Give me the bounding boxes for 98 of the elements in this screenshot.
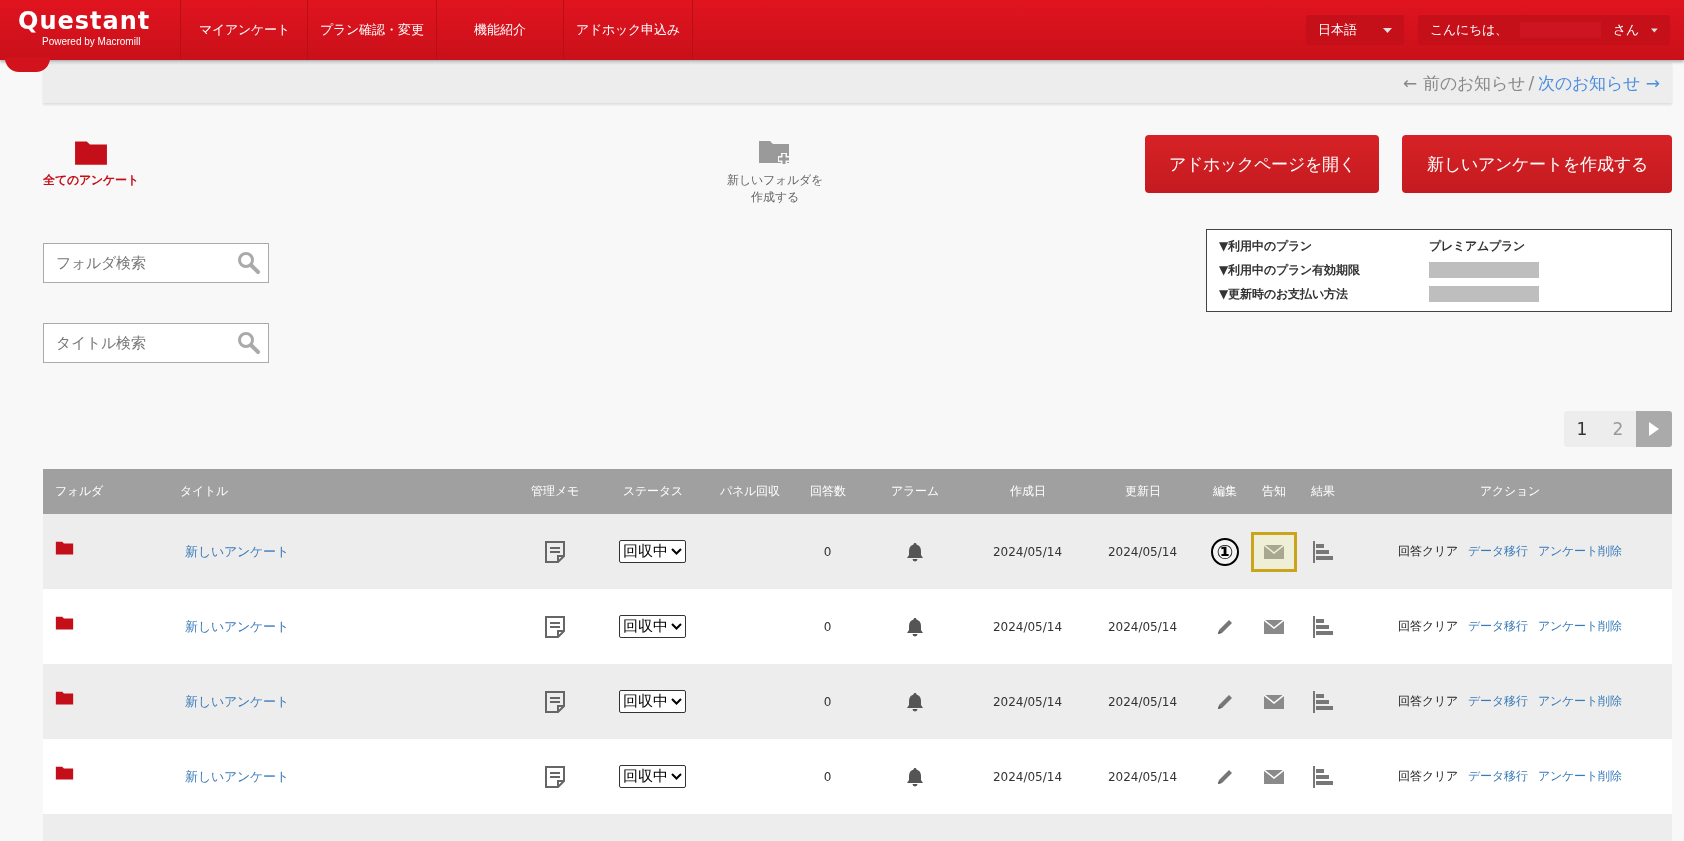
action-link[interactable]: 回答クリア <box>1398 693 1458 710</box>
chevron-icon <box>671 698 682 705</box>
column-header: フォルダ <box>54 483 104 500</box>
response-count: 0 <box>823 769 832 784</box>
search-field[interactable]: タイトル検索 <box>43 323 269 363</box>
folder-icon <box>55 615 74 630</box>
callout-number: ① <box>1211 537 1239 566</box>
separator-text: / <box>1528 73 1535 93</box>
action-link[interactable]: データ移行 <box>1468 618 1528 635</box>
action-link[interactable]: データ移行 <box>1468 543 1528 560</box>
previous-notice-link[interactable]: ← 前のお知らせ <box>1402 71 1525 95</box>
folder-icon <box>55 540 74 555</box>
status-dropdown[interactable]: 回収中 <box>619 765 686 788</box>
page-link[interactable]: 1 <box>1564 411 1600 447</box>
bar-chart-icon[interactable] <box>1313 615 1333 638</box>
envelope-icon[interactable] <box>1264 769 1284 784</box>
chevron-icon <box>671 623 682 630</box>
bell-icon[interactable] <box>906 616 924 637</box>
date-text: 2024/05/14 <box>1107 694 1178 709</box>
column-header: タイトル <box>180 483 229 500</box>
bar-chart-icon[interactable] <box>1313 765 1333 788</box>
chevron-icon <box>671 773 682 780</box>
action-link[interactable]: 回答クリア <box>1398 618 1458 635</box>
date-text: 2024/05/14 <box>1107 769 1178 784</box>
column-header: アクション <box>1479 483 1541 500</box>
logo[interactable]: Questant Powered by Macromill <box>0 0 180 60</box>
response-count: 0 <box>823 694 832 709</box>
column-header: パネル回収 <box>719 483 781 500</box>
status-dropdown[interactable]: 回収中 <box>619 615 686 638</box>
survey-title-link[interactable]: 新しいアンケート <box>185 617 289 636</box>
column-header: 告知 <box>1261 483 1287 500</box>
open-page-button[interactable]: アドホックページを開く <box>1145 135 1379 193</box>
bell-icon[interactable] <box>906 541 924 562</box>
column-header: アラーム <box>890 483 940 500</box>
response-count: 0 <box>823 544 832 559</box>
next-page-button[interactable] <box>1636 411 1672 447</box>
bar-chart-icon[interactable] <box>1313 540 1333 563</box>
date-text: 2024/05/14 <box>1107 544 1178 559</box>
plan-label: ▼利用中のプラン有効期限 <box>1219 262 1362 279</box>
new-folder-button[interactable]: 新しいフォルダを 作成する <box>727 138 823 206</box>
nav-link[interactable]: 機能紹介 <box>436 0 563 60</box>
survey-title-link[interactable]: 新しいアンケート <box>185 767 289 786</box>
survey-title-link[interactable]: 新しいアンケート <box>185 692 289 711</box>
date-text: 2024/05/14 <box>1107 619 1178 634</box>
column-header: ステータス <box>621 483 684 500</box>
bell-icon[interactable] <box>906 766 924 787</box>
action-link[interactable]: アンケート削除 <box>1538 693 1622 710</box>
bell-icon[interactable] <box>906 691 924 712</box>
action-link[interactable]: アンケート削除 <box>1538 768 1622 785</box>
envelope-icon[interactable] <box>1264 619 1284 634</box>
plan-label: ▼更新時のお支払い方法 <box>1219 286 1350 303</box>
nav-link[interactable]: マイアンケート <box>180 0 307 60</box>
language-dropdown[interactable]: 日本語 <box>1306 15 1404 45</box>
bar-chart-icon[interactable] <box>1313 690 1333 713</box>
date-text: 2024/05/14 <box>992 769 1063 784</box>
date-text: 2024/05/14 <box>992 544 1063 559</box>
column-header: 管理メモ <box>530 483 580 500</box>
plan-label: ▼利用中のプラン <box>1219 238 1314 255</box>
caret-icon <box>1383 27 1392 33</box>
action-link[interactable]: 回答クリア <box>1398 543 1458 560</box>
folder-icon <box>55 690 74 705</box>
create-survey-button[interactable]: 新しいアンケートを作成する <box>1402 135 1672 193</box>
column-header: 編集 <box>1212 483 1238 500</box>
search-field[interactable]: フォルダ検索 <box>43 243 269 283</box>
folder-item[interactable]: 全てのアンケート <box>43 138 139 189</box>
action-link[interactable]: データ移行 <box>1468 693 1528 710</box>
note-icon[interactable] <box>544 539 566 564</box>
note-icon[interactable] <box>544 689 566 714</box>
column-header: 回答数 <box>808 483 847 500</box>
nav-link[interactable]: アドホック申込み <box>563 0 693 60</box>
user-menu[interactable]: こんにちは、 さん <box>1418 15 1670 45</box>
response-count: 0 <box>823 619 832 634</box>
survey-title-link[interactable]: 新しいアンケート <box>185 542 289 561</box>
action-link[interactable]: 回答クリア <box>1398 768 1458 785</box>
column-header: 作成日 <box>1008 483 1047 500</box>
status-dropdown[interactable]: 回収中 <box>619 690 686 713</box>
column-header: 更新日 <box>1123 483 1162 500</box>
status-dropdown[interactable]: 回収中 <box>619 540 686 563</box>
folder-icon <box>74 138 108 166</box>
note-icon[interactable] <box>544 614 566 639</box>
caret-icon <box>1651 27 1658 33</box>
action-link[interactable]: アンケート削除 <box>1538 543 1622 560</box>
action-link[interactable]: アンケート削除 <box>1538 618 1622 635</box>
plan-value: プレミアムプラン <box>1429 238 1526 255</box>
next-notice-link[interactable]: 次のお知らせ → <box>1538 71 1660 95</box>
chevron-icon <box>671 548 682 555</box>
envelope-icon[interactable] <box>1264 694 1284 709</box>
note-icon[interactable] <box>544 764 566 789</box>
column-header: 結果 <box>1310 483 1336 500</box>
nav-link[interactable]: プラン確認・変更 <box>307 0 436 60</box>
search-icon[interactable] <box>237 251 261 275</box>
play-icon <box>1649 422 1659 436</box>
date-text: 2024/05/14 <box>992 619 1063 634</box>
search-icon[interactable] <box>237 331 261 355</box>
folder-plus-icon <box>758 138 792 166</box>
folder-icon <box>55 765 74 780</box>
date-text: 2024/05/14 <box>992 694 1063 709</box>
action-link[interactable]: データ移行 <box>1468 768 1528 785</box>
